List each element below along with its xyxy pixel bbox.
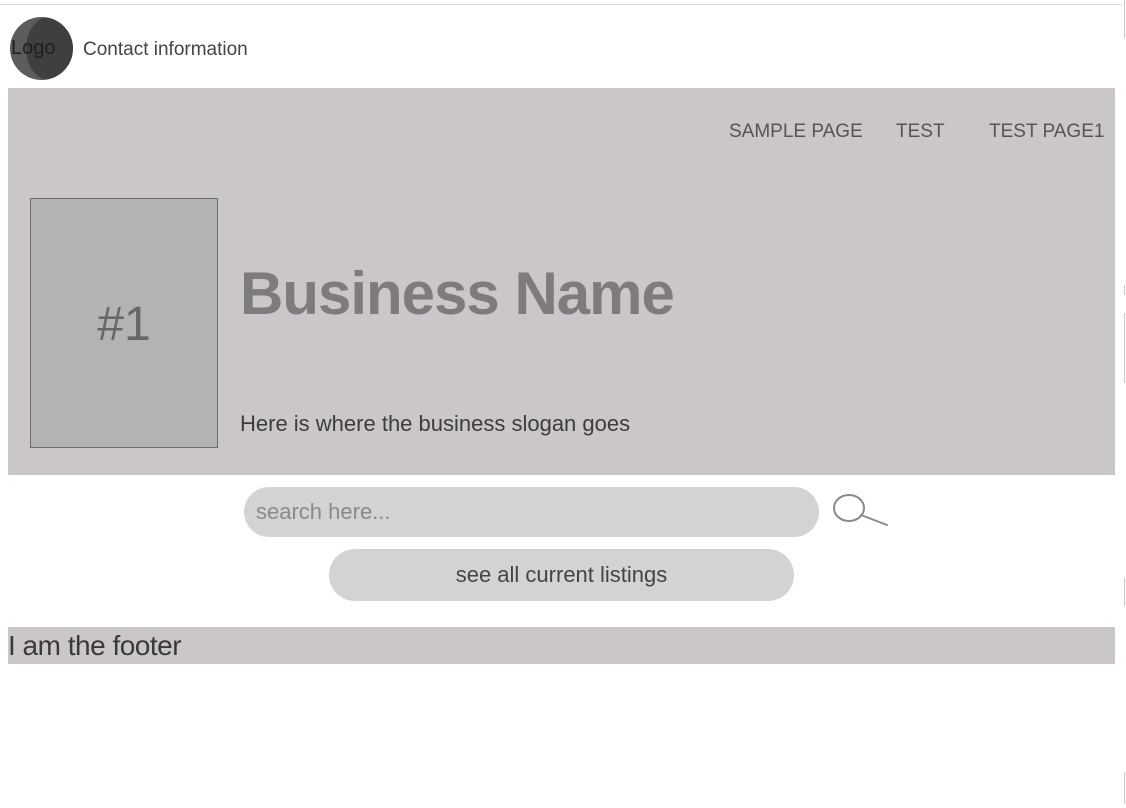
business-slogan: Here is where the business slogan goes: [240, 411, 631, 436]
photo-label: #1: [97, 298, 151, 351]
search-icon[interactable]: [831, 491, 891, 531]
edge-mark: [1124, 0, 1125, 38]
footer: I am the footer: [8, 627, 1115, 664]
business-name-heading: Business Name: [240, 260, 675, 327]
edge-mark: [1124, 578, 1125, 606]
top-divider: [0, 4, 1126, 5]
logo-text: Logo: [11, 37, 56, 59]
nav-item-test-page1[interactable]: TEST PAGE1: [989, 120, 1104, 144]
edge-mark: [1124, 772, 1125, 804]
business-photo-placeholder: #1: [30, 198, 218, 448]
logo[interactable]: Logo: [10, 17, 73, 80]
see-all-listings-button[interactable]: see all current listings: [329, 549, 794, 601]
right-page-edge: [1122, 0, 1126, 808]
footer-text: I am the footer: [8, 630, 182, 661]
search-input[interactable]: [244, 487, 819, 537]
edge-mark: [1124, 313, 1125, 383]
nav-item-test[interactable]: TEST: [896, 120, 945, 144]
nav-item-sample-page[interactable]: SAMPLE PAGE: [729, 120, 863, 144]
edge-mark: [1124, 285, 1125, 295]
contact-information-link[interactable]: Contact information: [83, 38, 248, 62]
